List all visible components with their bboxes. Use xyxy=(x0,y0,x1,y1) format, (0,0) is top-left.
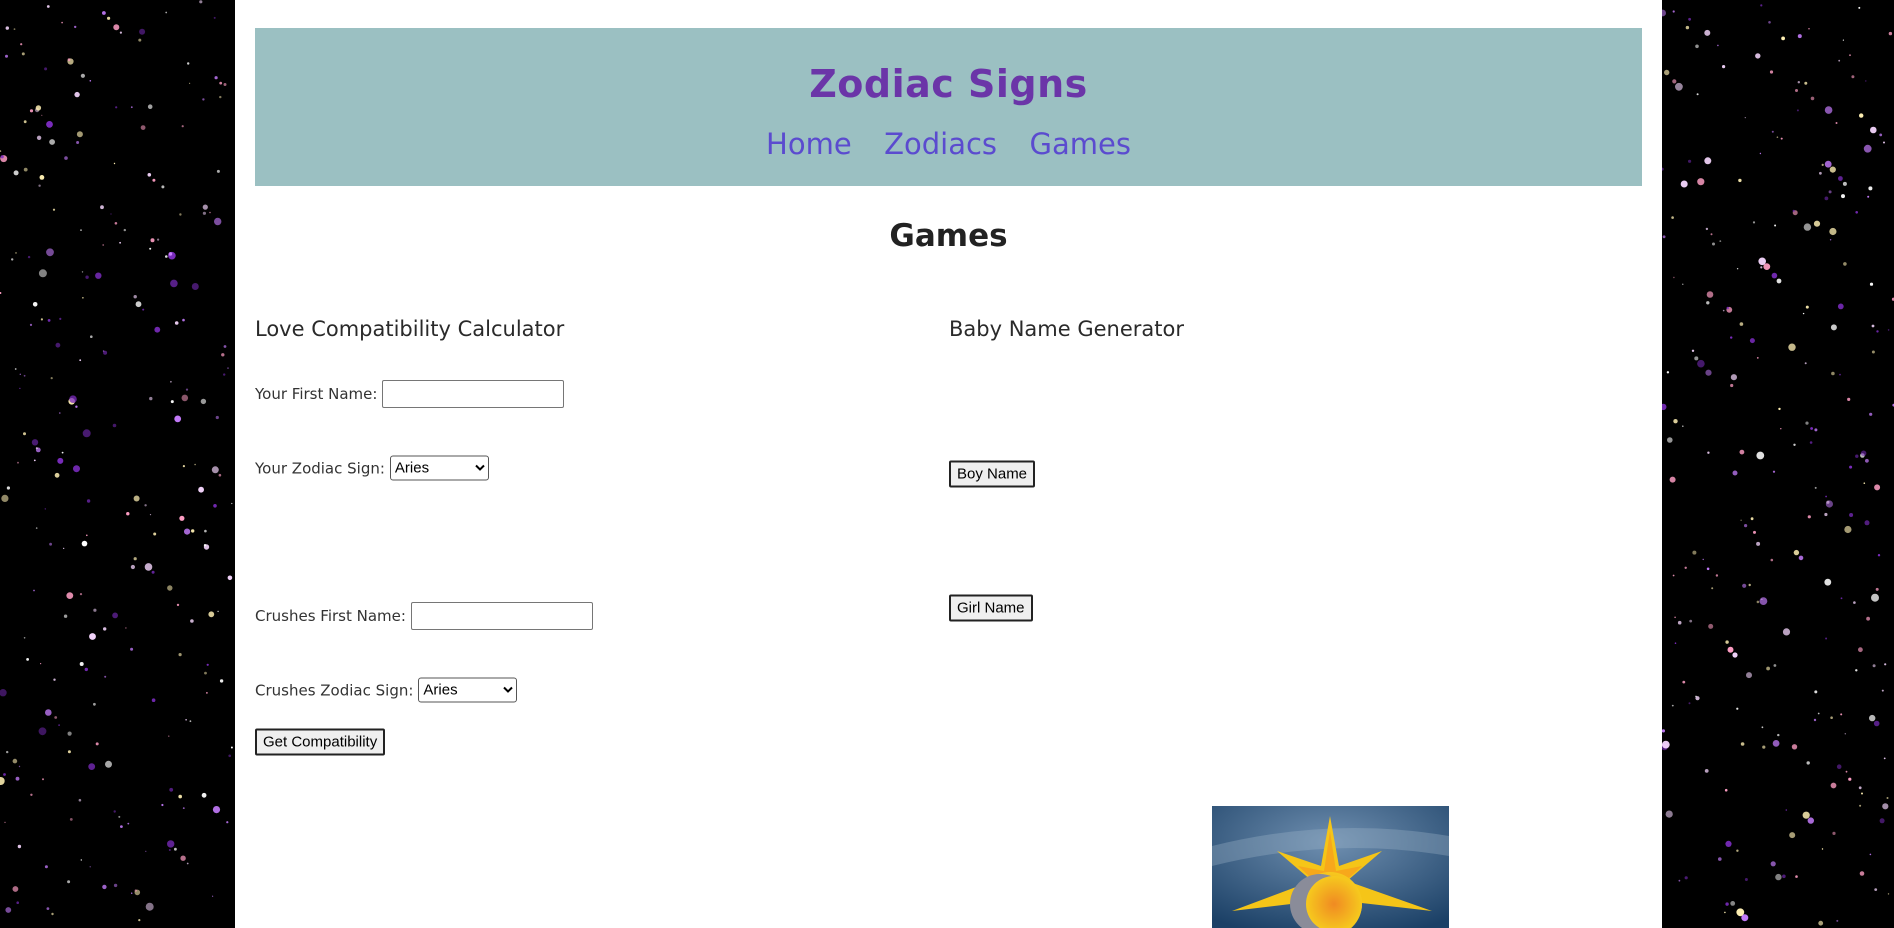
love-calculator-title: Love Compatibility Calculator xyxy=(255,317,565,341)
your-sign-select[interactable]: Aries xyxy=(389,455,489,481)
your-name-label: Your First Name: xyxy=(255,385,378,403)
your-sign-label: Your Zodiac Sign: xyxy=(255,459,385,477)
your-name-row: Your First Name: xyxy=(255,380,565,408)
nav-link-zodiacs[interactable]: Zodiacs xyxy=(884,127,997,161)
sun-moon-icon xyxy=(1212,806,1449,928)
crush-name-label: Crushes First Name: xyxy=(255,607,406,625)
your-name-input[interactable] xyxy=(382,380,565,408)
nav-link-home[interactable]: Home xyxy=(766,127,852,161)
site-header: Zodiac Signs Home Zodiacs Games xyxy=(255,28,1642,186)
get-compatibility-button[interactable]: Get Compatibility xyxy=(255,728,386,756)
sun-moon-image xyxy=(1212,806,1449,928)
main-nav: Home Zodiacs Games xyxy=(255,127,1642,161)
crush-name-row: Crushes First Name: xyxy=(255,602,593,630)
crush-sign-row: Crushes Zodiac Sign: Aries xyxy=(255,677,518,703)
crush-name-input[interactable] xyxy=(410,602,593,630)
site-title: Zodiac Signs xyxy=(809,62,1088,106)
page-heading: Games xyxy=(889,218,1008,254)
boy-name-button[interactable]: Boy Name xyxy=(949,460,1036,488)
your-sign-row: Your Zodiac Sign: Aries xyxy=(255,455,489,481)
page-container: Zodiac Signs Home Zodiacs Games Games Lo… xyxy=(235,0,1662,928)
crush-sign-select[interactable]: Aries xyxy=(418,677,518,703)
crush-sign-label: Crushes Zodiac Sign: xyxy=(255,681,414,699)
nav-link-games[interactable]: Games xyxy=(1030,127,1131,161)
baby-name-title: Baby Name Generator xyxy=(949,317,1184,341)
girl-name-button[interactable]: Girl Name xyxy=(949,594,1033,622)
